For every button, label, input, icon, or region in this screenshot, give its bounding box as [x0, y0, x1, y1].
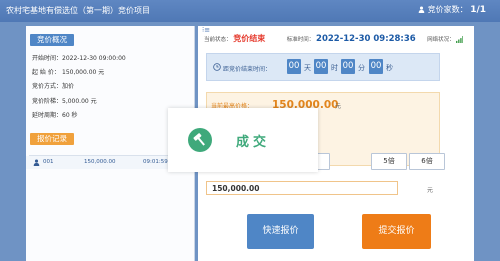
bid-count-label: 竞价家数： [427, 5, 468, 14]
top-bar: 农村宅基地有偿选位（第一期）竞价项目 竞价家数： 1/1 [0, 0, 500, 22]
overview-section-title: 竞价概况 [30, 34, 74, 46]
users-icon [418, 6, 425, 13]
info-row-start-price: 起 始 价： 150,000.00 元 [32, 67, 104, 76]
clock-icon [213, 63, 221, 71]
info-row-bid-method: 竞价方式：加价 [32, 81, 74, 90]
countdown-panel: 距竞价结束时间： 00 天 00 时 00 分 00 秒 [206, 53, 440, 81]
multiplier-button-5x[interactable]: 5倍 [371, 153, 407, 170]
info-value: 60 秒 [62, 112, 78, 119]
bid-record-bidder: 001 [43, 159, 54, 165]
time-label: 标准时间： [286, 37, 315, 43]
status-label: 当前状态： [204, 37, 232, 43]
countdown-days-unit: 天 [304, 64, 311, 72]
network-label: 网络状况： [427, 37, 455, 43]
bid-record-amount: 150,000.00 [84, 159, 116, 165]
bid-amount-input[interactable]: 150,000.00 [206, 181, 398, 195]
deal-status-text: 成交 [236, 135, 271, 150]
info-label: 延时周期： [32, 112, 63, 119]
info-value: 150,000.00 元 [62, 69, 105, 76]
highest-price-unit: 元 [335, 103, 342, 110]
user-icon [33, 159, 40, 166]
gavel-icon [188, 128, 212, 152]
countdown-minutes: 00 [341, 59, 355, 74]
info-label: 起 始 价： [32, 69, 60, 76]
info-value: 加价 [62, 83, 75, 90]
info-row-bid-step: 竞价阶梯：5,000.00 元 [32, 96, 97, 105]
countdown-minutes-unit: 分 [358, 64, 365, 72]
bid-count: 竞价家数： 1/1 [418, 4, 486, 15]
countdown-label: 距竞价结束时间： [223, 66, 272, 73]
info-row-delay-period: 延时周期：60 秒 [32, 110, 78, 119]
quick-bid-button[interactable]: 快速报价 [247, 214, 314, 249]
project-title: 农村宅基地有偿选位（第一期）竞价项目 [6, 6, 150, 15]
countdown-hours: 00 [314, 59, 328, 74]
deal-overlay: 成交 [168, 108, 318, 172]
info-value: 2022-12-30 09:00:00 [62, 55, 126, 62]
countdown-days: 00 [287, 59, 301, 74]
status-row: 当前状态： 竞价结束 标准时间： 2022-12-30 09:28:36 网络状… [204, 33, 464, 44]
bid-records-section-title: 报价记录 [30, 133, 74, 145]
standard-time: 2022-12-30 09:28:36 [316, 34, 416, 44]
info-value: 5,000.00 元 [62, 98, 97, 105]
submit-bid-button[interactable]: 提交报价 [362, 214, 431, 249]
countdown-seconds: 00 [369, 59, 383, 74]
info-row-start-time: 开始时间：2022-12-30 09:00:00 [32, 53, 126, 62]
bid-amount-unit: 元 [427, 187, 434, 194]
multiplier-button-6x[interactable]: 6倍 [409, 153, 445, 170]
signal-icon [456, 36, 464, 43]
info-label: 竞价方式： [32, 83, 63, 90]
info-label: 开始时间： [32, 55, 63, 62]
countdown-seconds-unit: 秒 [386, 64, 393, 72]
countdown-hours-unit: 时 [331, 64, 338, 72]
status-value: 竞价结束 [233, 34, 266, 43]
info-label: 竞价阶梯： [32, 98, 63, 105]
bid-count-value: 1/1 [470, 5, 486, 15]
